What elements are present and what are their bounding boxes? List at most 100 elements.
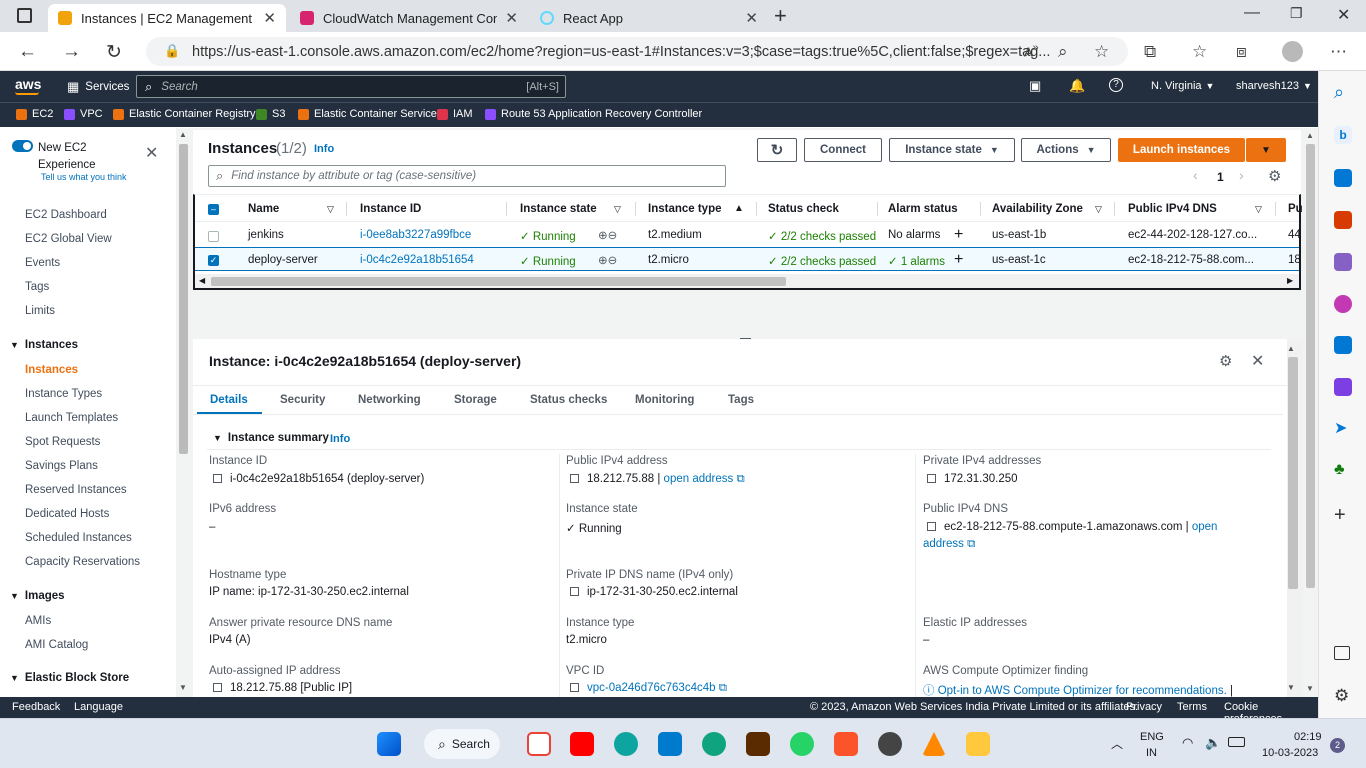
tab-storage[interactable]: Storage — [454, 394, 497, 406]
reload-icon[interactable]: ↻ — [106, 41, 122, 64]
outlook-icon[interactable] — [1334, 336, 1352, 354]
col-name[interactable]: Name — [248, 203, 279, 215]
gmail-icon[interactable] — [527, 732, 551, 756]
scroll-thumb[interactable] — [179, 144, 188, 454]
address-link[interactable]: address — [923, 538, 964, 550]
close-icon[interactable]: ✕ — [745, 9, 758, 27]
optimizer-link[interactable]: Opt-in to AWS Compute Optimizer for reco… — [938, 685, 1227, 697]
sidebar-item-ec2-dashboard[interactable]: EC2 Dashboard — [25, 209, 107, 221]
feedback-link[interactable]: Feedback — [12, 701, 60, 713]
close-icon[interactable]: ✕ — [263, 9, 276, 27]
designer-icon[interactable] — [1334, 378, 1352, 396]
tab-details[interactable]: Details — [210, 394, 248, 406]
clock-date[interactable]: 10-03-2023 — [1262, 747, 1318, 759]
open-link[interactable]: open — [1192, 521, 1218, 533]
scroll-down-icon[interactable]: ▼ — [1287, 683, 1295, 692]
feedback-link[interactable]: Tell us what you think — [41, 172, 127, 182]
close-icon[interactable]: ✕ — [505, 9, 518, 27]
refresh-button[interactable]: ↻ — [757, 138, 797, 162]
info-link[interactable]: Info — [314, 143, 334, 155]
language-indicator[interactable]: ENG — [1140, 731, 1164, 743]
prev-page-icon[interactable]: ‹ — [1193, 167, 1198, 183]
forward-icon[interactable]: → — [62, 41, 81, 63]
vpc-link[interactable]: vpc-0a246d76c763c4c4b — [587, 682, 716, 694]
office-icon[interactable] — [1334, 295, 1352, 313]
vscode-icon[interactable] — [658, 732, 682, 756]
scroll-up-icon[interactable]: ▲ — [179, 130, 187, 139]
chatgpt-icon[interactable] — [702, 732, 726, 756]
tab-ec2[interactable]: Instances | EC2 Management Co ✕ — [48, 4, 286, 32]
tab-status-checks[interactable]: Status checks — [530, 394, 607, 406]
actions-button[interactable]: Actions ▼ — [1021, 138, 1111, 162]
scroll-down-icon[interactable]: ▼ — [1306, 684, 1314, 693]
filter-input[interactable]: ⌕ Find instance by attribute or tag (cas… — [208, 165, 726, 187]
vlc-icon[interactable] — [922, 732, 946, 756]
scroll-up-icon[interactable]: ▲ — [1287, 344, 1295, 353]
copy-icon[interactable] — [927, 522, 936, 531]
scroll-left-icon[interactable]: ◀ — [199, 276, 205, 285]
cell-alarm[interactable]: ✓ 1 alarms — [888, 254, 945, 268]
copy-icon[interactable] — [570, 474, 579, 483]
page-number[interactable]: 1 — [1217, 170, 1224, 184]
sidebar-scrollbar[interactable]: ▲ ▼ — [176, 128, 191, 697]
tab-react[interactable]: React App ✕ — [530, 4, 768, 32]
copy-icon[interactable] — [927, 474, 936, 483]
sidebar-item-dedicated-hosts[interactable]: Dedicated Hosts — [25, 508, 109, 520]
copy-icon[interactable] — [570, 683, 579, 692]
tray-chevron-icon[interactable]: ︿ — [1111, 735, 1123, 752]
youtube-icon[interactable] — [570, 732, 594, 756]
section-header[interactable]: ▼ Instance summary — [213, 432, 329, 444]
extensions-icon[interactable]: ⧉ — [1144, 42, 1156, 62]
fav-route53[interactable]: Route 53 Application Recovery Controller — [485, 108, 702, 120]
edge-icon[interactable] — [614, 732, 638, 756]
app-icon[interactable] — [746, 732, 770, 756]
zoom-icons[interactable]: ⊕⊖ — [598, 228, 617, 242]
settings-gear-icon[interactable]: ⚙ — [1334, 687, 1352, 705]
row-checkbox[interactable] — [208, 231, 219, 242]
wifi-icon[interactable]: ◠ — [1182, 735, 1193, 751]
launch-dropdown-button[interactable]: ▼ — [1246, 138, 1286, 162]
sidebar-item-events[interactable]: Events — [25, 257, 60, 269]
window-close-icon[interactable]: ✕ — [1337, 5, 1350, 25]
windows-start-icon[interactable] — [377, 732, 401, 756]
close-icon[interactable]: ✕ — [1251, 351, 1264, 371]
search-input[interactable]: ⌕ Search [Alt+S] — [136, 75, 566, 98]
scroll-down-icon[interactable]: ▼ — [179, 683, 187, 692]
volume-icon[interactable]: 🔈 — [1205, 735, 1221, 751]
shopping-icon[interactable] — [1334, 169, 1352, 187]
scroll-thumb[interactable] — [211, 277, 786, 286]
scroll-up-icon[interactable]: ▲ — [1306, 131, 1314, 140]
privacy-link[interactable]: Privacy — [1126, 701, 1162, 713]
battery-icon[interactable] — [1228, 737, 1245, 747]
info-link[interactable]: Info — [330, 433, 350, 445]
scroll-thumb[interactable] — [1306, 144, 1315, 588]
sidebar-item-spot-requests[interactable]: Spot Requests — [25, 436, 100, 448]
add-alarm-icon[interactable]: + — [954, 226, 963, 244]
cell-instance-id[interactable]: i-0c4c2e92a18b51654 — [360, 254, 474, 266]
language-link[interactable]: Language — [74, 701, 123, 713]
zoom-icons[interactable]: ⊕⊖ — [598, 253, 617, 267]
fav-s3[interactable]: S3 — [256, 108, 285, 120]
filter-col-icon[interactable]: ▽ — [614, 204, 621, 215]
tab-cloudwatch[interactable]: CloudWatch Management Conso ✕ — [290, 4, 528, 32]
fav-vpc[interactable]: VPC — [64, 108, 103, 120]
col-instance-id[interactable]: Instance ID — [360, 203, 421, 215]
instance-state-button[interactable]: Instance state ▼ — [889, 138, 1015, 162]
filter-col-icon[interactable]: ▽ — [327, 204, 334, 215]
scroll-thumb[interactable] — [1288, 357, 1298, 589]
sidebar-item-capacity-reservations[interactable]: Capacity Reservations — [25, 556, 140, 568]
tab-security[interactable]: Security — [280, 394, 325, 406]
favorites-icon[interactable]: ☆ — [1192, 42, 1207, 62]
region-selector[interactable]: N. Virginia ▼ — [1151, 80, 1214, 92]
tab-actions-icon[interactable] — [17, 8, 32, 23]
sidebar-item-ami-catalog[interactable]: AMI Catalog — [25, 639, 88, 651]
sidebar-item-launch-templates[interactable]: Launch Templates — [25, 412, 118, 424]
whatsapp-icon[interactable] — [790, 732, 814, 756]
services-menu[interactable]: ▦ Services — [67, 79, 129, 95]
search-icon[interactable]: ⌕ — [1334, 83, 1352, 101]
copy-icon[interactable] — [213, 474, 222, 483]
col-public-ip[interactable]: Pu — [1288, 203, 1303, 215]
sidebar-item-reserved-instances[interactable]: Reserved Instances — [25, 484, 127, 496]
favorite-add-icon[interactable]: ☆ — [1094, 42, 1109, 62]
col-instance-type[interactable]: Instance type — [648, 203, 722, 215]
